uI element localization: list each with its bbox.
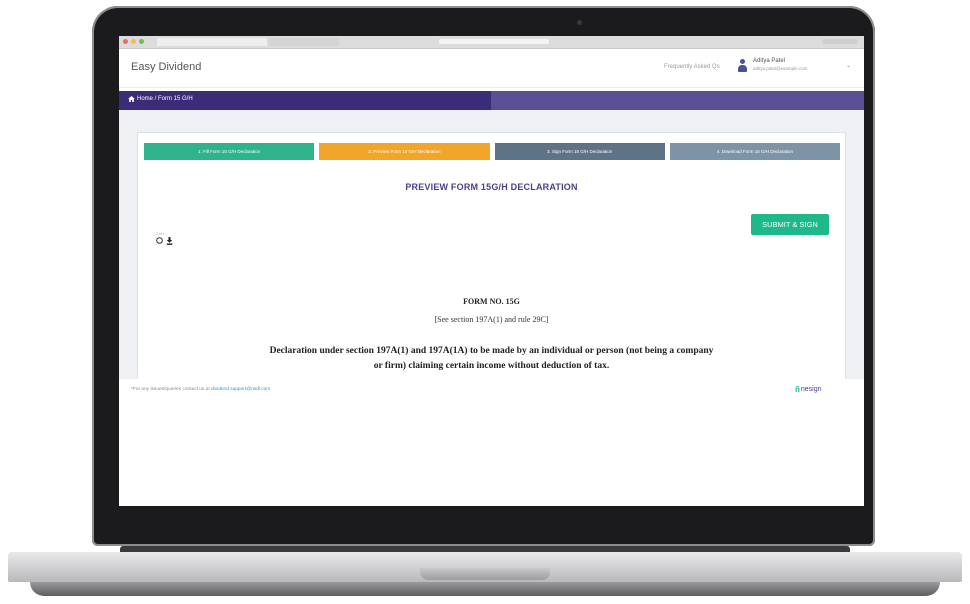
browser-chrome <box>119 36 864 49</box>
nesign-logo-text: nesign <box>800 386 822 393</box>
preview-panel <box>137 132 846 381</box>
support-note-text: *For any issues/queries contact us at <box>131 387 211 392</box>
minimize-window-dot[interactable] <box>131 39 136 44</box>
address-bar[interactable] <box>439 39 549 44</box>
step-fill[interactable]: 1. Fill Form 15 G/H Declaration <box>144 143 315 160</box>
user-email: aditya.patel@example.com <box>753 66 808 71</box>
laptop-notch <box>420 568 550 580</box>
step-sign[interactable]: 3. Sign Form 15 G/H Declaration <box>494 143 665 160</box>
submit-sign-button[interactable]: SUBMIT & SIGN <box>751 214 829 235</box>
nesign-logo-mark: ñ <box>795 385 800 394</box>
support-email-link[interactable]: dividend.support@nsdl.com <box>211 387 270 392</box>
step-download[interactable]: 4. Download Form 15 G/H Declaration <box>669 143 840 160</box>
breadcrumb-bar: Home / Form 15 G/H <box>119 91 864 110</box>
home-icon[interactable] <box>128 96 135 102</box>
maximize-window-dot[interactable] <box>139 39 144 44</box>
step-progress: 1. Fill Form 15 G/H Declaration 2. Previ… <box>144 143 840 160</box>
main-content: 1. Fill Form 15 G/H Declaration 2. Previ… <box>119 110 864 381</box>
user-menu-caret-icon[interactable]: ⌄ <box>846 62 851 69</box>
screen: Easy Dividend Frequently Asked Qs Aditya… <box>119 36 864 506</box>
pdf-page-count: 1 of 1 <box>156 232 165 236</box>
page-title: PREVIEW FORM 15G/H DECLARATION <box>405 182 578 192</box>
app-header: Easy Dividend Frequently Asked Qs Aditya… <box>119 49 864 88</box>
laptop-foot <box>30 582 940 596</box>
browser-tab-active[interactable] <box>157 38 267 46</box>
declaration-line-1: Declaration under section 197A(1) and 19… <box>269 346 714 356</box>
footer: *For any issues/queries contact us at di… <box>119 379 864 399</box>
browser-toolbar-icons[interactable] <box>822 39 858 44</box>
breadcrumb: Home / Form 15 G/H <box>128 96 193 102</box>
user-name[interactable]: Aditya Patel <box>753 58 785 64</box>
breadcrumb-text[interactable]: Home / Form 15 G/H <box>137 96 193 102</box>
browser-tab[interactable] <box>269 38 339 46</box>
print-icon[interactable] <box>156 237 163 244</box>
download-icon[interactable] <box>166 237 173 245</box>
pdf-toolbar: 1 of 1 <box>156 232 173 245</box>
form-reference: [See section 197A(1) and rule 29C] <box>434 315 549 324</box>
nesign-logo: ñ nesign <box>795 385 822 394</box>
step-preview[interactable]: 2. Preview Form 15 G/H Declaration <box>319 143 490 160</box>
close-window-dot[interactable] <box>123 39 128 44</box>
breadcrumb-bar-accent <box>491 91 864 110</box>
app-name[interactable]: Easy Dividend <box>131 61 201 73</box>
declaration-line-2: or firm) claiming certain income without… <box>373 361 610 371</box>
user-icon[interactable] <box>738 59 747 72</box>
support-note: *For any issues/queries contact us at di… <box>131 387 270 392</box>
form-number: FORM NO. 15G <box>463 297 520 306</box>
webcam <box>577 20 582 25</box>
faq-link[interactable]: Frequently Asked Qs <box>664 64 720 70</box>
window-controls <box>123 39 144 44</box>
